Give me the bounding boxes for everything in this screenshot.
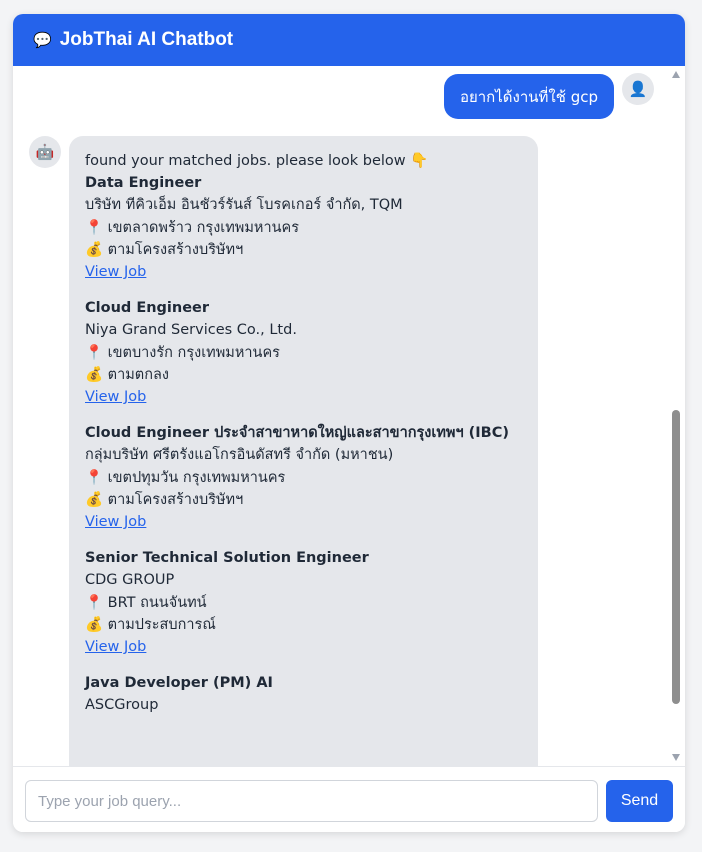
job-salary: 💰 ตามประสบการณ์ (85, 616, 216, 633)
view-job-link[interactable]: View Job (85, 639, 146, 655)
job-card: Data Engineer บริษัท ทีคิวเอ็ม อินชัวร์ร… (85, 172, 522, 283)
job-card: Cloud Engineer Niya Grand Services Co., … (85, 297, 522, 408)
bot-intro-text: found your matched jobs. please look bel… (85, 153, 429, 169)
scrollbar-thumb[interactable] (672, 410, 680, 704)
job-title: Java Developer (PM) AI (85, 675, 273, 692)
job-company: กลุ่มบริษัท ศรีตรังแอโกรอินดัสทรี จำกัด … (85, 447, 394, 464)
user-message-bubble: อยากได้งานที่ใช้ gcp (443, 74, 614, 119)
job-company: CDG GROUP (85, 572, 175, 589)
robot-icon: 🤖 (35, 143, 55, 161)
job-card: Java Developer (PM) AI ASCGroup (85, 672, 522, 716)
job-location: 📍 BRT ถนนจันทน์ (85, 594, 207, 611)
scroll-down-arrow-icon[interactable] (672, 754, 680, 761)
job-location: 📍 เขตลาดพร้าว กรุงเทพมหานคร (85, 219, 300, 236)
speech-bubble-icon: 💬 (33, 32, 52, 49)
job-card: Cloud Engineer ประจำสาขาหาดใหญ่และสาขากร… (85, 422, 522, 533)
job-company: บริษัท ทีคิวเอ็ม อินชัวร์รันส์ โบรคเกอร์… (85, 197, 403, 214)
job-title: Cloud Engineer (85, 300, 210, 317)
view-job-link[interactable]: View Job (85, 514, 146, 530)
chat-header: 💬 JobThai AI Chatbot (13, 14, 685, 66)
chat-scrollbar[interactable] (669, 66, 683, 766)
chat-window: 💬 JobThai AI Chatbot อยากได้งานที่ใช้ gc… (13, 14, 685, 832)
job-company: ASCGroup (85, 697, 159, 714)
app-title: JobThai AI Chatbot (59, 29, 234, 50)
job-title: Cloud Engineer ประจำสาขาหาดใหญ่และสาขากร… (85, 425, 509, 442)
job-salary: 💰 ตามตกลง (85, 366, 169, 383)
bot-avatar: 🤖 (29, 136, 61, 168)
job-location: 📍 เขตบางรัก กรุงเทพมหานคร (85, 344, 280, 361)
user-message-text: อยากได้งานที่ใช้ gcp (459, 87, 598, 106)
user-icon: 👤 (628, 80, 648, 98)
job-company: Niya Grand Services Co., Ltd. (85, 322, 297, 339)
job-salary: 💰 ตามโครงสร้างบริษัทฯ (85, 491, 244, 508)
job-location: 📍 เขตปทุมวัน กรุงเทพมหานคร (85, 469, 286, 486)
send-button[interactable]: Send (606, 780, 673, 822)
scroll-up-arrow-icon[interactable] (672, 71, 680, 78)
job-title: Senior Technical Solution Engineer (85, 550, 369, 567)
user-avatar: 👤 (622, 73, 654, 105)
bot-message-bubble: found your matched jobs. please look bel… (69, 136, 538, 766)
composer: Send (13, 766, 685, 832)
job-card: Senior Technical Solution Engineer CDG G… (85, 547, 522, 658)
job-title: Data Engineer (85, 175, 202, 192)
job-salary: 💰 ตามโครงสร้างบริษัทฯ (85, 241, 244, 258)
view-job-link[interactable]: View Job (85, 389, 146, 405)
view-job-link[interactable]: View Job (85, 264, 146, 280)
job-query-input[interactable] (25, 780, 598, 822)
message-list[interactable]: อยากได้งานที่ใช้ gcp 👤 🤖 found your matc… (13, 66, 685, 766)
